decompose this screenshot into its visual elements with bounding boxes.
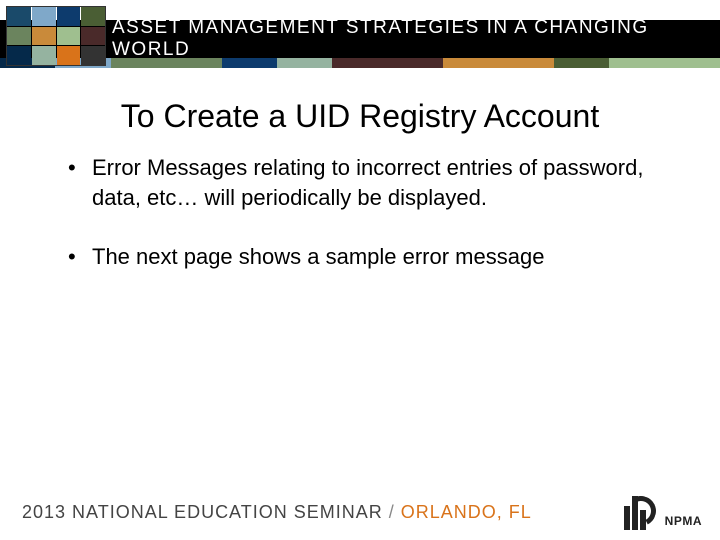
thumb-tile: [81, 7, 105, 26]
thumb-tile: [57, 27, 81, 46]
slide: ASSET MANAGEMENT STRATEGIES IN A CHANGIN…: [0, 0, 720, 540]
strip-seg: [277, 58, 332, 68]
header-title: ASSET MANAGEMENT STRATEGIES IN A CHANGIN…: [112, 17, 720, 61]
thumb-tile: [81, 46, 105, 65]
npma-logo: NPMA: [624, 494, 702, 530]
footer: 2013 NATIONAL EDUCATION SEMINAR / ORLAND…: [0, 492, 720, 540]
npma-logo-icon: [624, 494, 660, 530]
npma-logo-text: NPMA: [665, 514, 702, 530]
strip-seg: [609, 58, 720, 68]
thumb-tile: [32, 46, 56, 65]
strip-seg: [222, 58, 277, 68]
header-thumbnail: [6, 6, 106, 66]
header-band: ASSET MANAGEMENT STRATEGIES IN A CHANGIN…: [0, 0, 720, 68]
slide-content: To Create a UID Registry Account Error M…: [0, 68, 720, 540]
footer-seminar-text: 2013 NATIONAL EDUCATION SEMINAR: [22, 502, 383, 523]
thumb-tile: [7, 7, 31, 26]
thumb-tile: [7, 46, 31, 65]
strip-seg: [332, 58, 443, 68]
strip-seg: [111, 58, 222, 68]
strip-seg: [554, 58, 609, 68]
strip-seg: [443, 58, 554, 68]
thumb-tile: [57, 46, 81, 65]
thumb-tile: [81, 27, 105, 46]
bullet-list: Error Messages relating to incorrect ent…: [40, 153, 680, 272]
footer-location: ORLANDO, FL: [401, 502, 532, 523]
header-bar: ASSET MANAGEMENT STRATEGIES IN A CHANGIN…: [0, 20, 720, 58]
thumb-tile: [32, 27, 56, 46]
header-color-strip: [0, 58, 720, 68]
thumb-tile: [7, 27, 31, 46]
thumb-tile: [32, 7, 56, 26]
thumb-tile: [57, 7, 81, 26]
footer-separator: /: [389, 502, 395, 523]
slide-title: To Create a UID Registry Account: [40, 98, 680, 135]
bullet-item: The next page shows a sample error messa…: [68, 242, 680, 272]
bullet-item: Error Messages relating to incorrect ent…: [68, 153, 680, 212]
